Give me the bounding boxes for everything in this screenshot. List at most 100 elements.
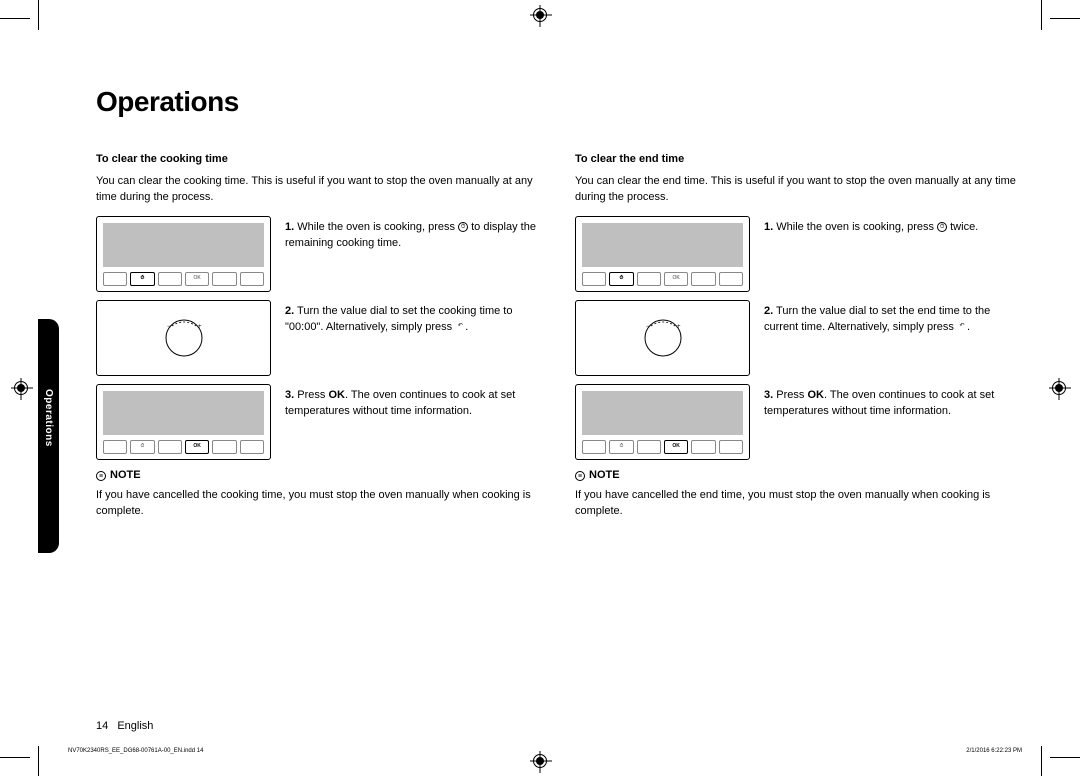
right-step-1-text: 1. While the oven is cooking, press ⏱ tw… (764, 216, 1022, 236)
page-title: Operations (96, 86, 1022, 118)
text: . (967, 321, 970, 333)
oven-button-clock: ⏱ (609, 272, 633, 286)
oven-button-clock: ⏱ (130, 272, 154, 286)
oven-button-clock: ⏱ (609, 440, 633, 454)
oven-button-row: ⏱ OK (582, 272, 743, 286)
text: While the oven is cooking, press (297, 221, 458, 233)
oven-screen (103, 223, 264, 267)
page-number: 14 (96, 720, 108, 732)
registration-mark-icon (14, 381, 28, 395)
oven-panel-figure: ⏱ OK (96, 384, 271, 460)
left-note-body: If you have cancelled the cooking time, … (96, 488, 543, 520)
source-file-label: NV70K2340RS_EE_DG68-00761A-00_EN.indd 14 (68, 748, 203, 754)
text-ok: OK (328, 389, 345, 401)
oven-button (103, 440, 127, 454)
column-right: To clear the end time You can clear the … (575, 152, 1022, 520)
oven-button (719, 440, 743, 454)
right-intro: You can clear the end time. This is usef… (575, 174, 1022, 206)
right-step-3-text: 3. Press OK. The oven continues to cook … (764, 384, 1022, 420)
back-icon: ↶ (455, 322, 465, 332)
oven-button (582, 440, 606, 454)
registration-mark-icon (533, 8, 547, 22)
right-step-1: ⏱ OK 1. While the oven is cooking, press… (575, 216, 1022, 292)
oven-button-ok: OK (664, 440, 688, 454)
crop-mark (1050, 757, 1080, 758)
crop-mark (38, 746, 39, 776)
oven-button-ok: OK (185, 272, 209, 286)
page-footer: 14 English (96, 720, 153, 732)
oven-button (240, 440, 264, 454)
oven-button (582, 272, 606, 286)
svg-text:−: − (646, 324, 650, 330)
oven-button (719, 272, 743, 286)
column-left: To clear the cooking time You can clear … (96, 152, 543, 520)
left-step-2: − + 2. Turn the value dial to set the co… (96, 300, 543, 376)
source-date-label: 2/1/2016 6:22:23 PM (966, 748, 1022, 754)
crop-mark (1050, 18, 1080, 19)
note-label: NOTE (589, 468, 620, 484)
svg-text:+: + (198, 324, 202, 330)
oven-button (158, 272, 182, 286)
oven-button (691, 440, 715, 454)
text: Press (297, 389, 328, 401)
side-tab: Operations (38, 319, 59, 553)
oven-button-ok: OK (185, 440, 209, 454)
right-step-2: − + 2. Turn the value dial to set the en… (575, 300, 1022, 376)
crop-mark (1041, 746, 1042, 776)
oven-button-row: ⏱ OK (103, 272, 264, 286)
dial-icon: − + (158, 312, 210, 364)
left-step-1-text: 1. While the oven is cooking, press ⏱ to… (285, 216, 543, 252)
crop-mark (0, 18, 30, 19)
crop-mark (38, 0, 39, 30)
oven-button (691, 272, 715, 286)
note-label: NOTE (110, 468, 141, 484)
oven-button (158, 440, 182, 454)
oven-dial-figure: − + (96, 300, 271, 376)
right-note-body: If you have cancelled the end time, you … (575, 488, 1022, 520)
left-step-1: ⏱ OK 1. While the oven is cooking, press… (96, 216, 543, 292)
crop-mark (0, 757, 30, 758)
clock-icon: ⏱ (458, 222, 468, 232)
oven-dial-figure: − + (575, 300, 750, 376)
left-step-3: ⏱ OK 3. Press OK. The oven continues to … (96, 384, 543, 460)
oven-panel-figure: ⏱ OK (575, 384, 750, 460)
oven-panel-figure: ⏱ OK (96, 216, 271, 292)
left-note-heading: ≡ NOTE (96, 468, 543, 484)
left-step-3-text: 3. Press OK. The oven continues to cook … (285, 384, 543, 420)
oven-screen (582, 223, 743, 267)
oven-button-clock: ⏱ (130, 440, 154, 454)
right-note-heading: ≡ NOTE (575, 468, 1022, 484)
right-heading: To clear the end time (575, 152, 1022, 168)
crop-mark (1041, 0, 1042, 30)
oven-button-row: ⏱ OK (103, 440, 264, 454)
text: . (465, 321, 468, 333)
oven-screen (103, 391, 264, 435)
registration-mark-icon (1052, 381, 1066, 395)
text: Press (776, 389, 807, 401)
note-icon: ≡ (96, 471, 106, 481)
svg-text:−: − (167, 324, 171, 330)
registration-mark-icon (533, 754, 547, 768)
right-step-2-text: 2. Turn the value dial to set the end ti… (764, 300, 1022, 336)
page-language: English (117, 720, 153, 732)
oven-button (240, 272, 264, 286)
oven-button-row: ⏱ OK (582, 440, 743, 454)
oven-button (637, 440, 661, 454)
oven-button (212, 272, 236, 286)
note-icon: ≡ (575, 471, 585, 481)
text: Turn the value dial to set the cooking t… (285, 305, 512, 333)
text: While the oven is cooking, press (776, 221, 937, 233)
left-intro: You can clear the cooking time. This is … (96, 174, 543, 206)
oven-panel-figure: ⏱ OK (575, 216, 750, 292)
clock-icon: ⏱ (937, 222, 947, 232)
text: twice. (947, 221, 978, 233)
left-step-2-text: 2. Turn the value dial to set the cookin… (285, 300, 543, 336)
dial-icon: − + (637, 312, 689, 364)
oven-button-ok: OK (664, 272, 688, 286)
side-tab-label: Operations (43, 389, 54, 447)
svg-text:+: + (677, 324, 681, 330)
right-step-3: ⏱ OK 3. Press OK. The oven continues to … (575, 384, 1022, 460)
oven-screen (582, 391, 743, 435)
oven-button (637, 272, 661, 286)
oven-button (212, 440, 236, 454)
